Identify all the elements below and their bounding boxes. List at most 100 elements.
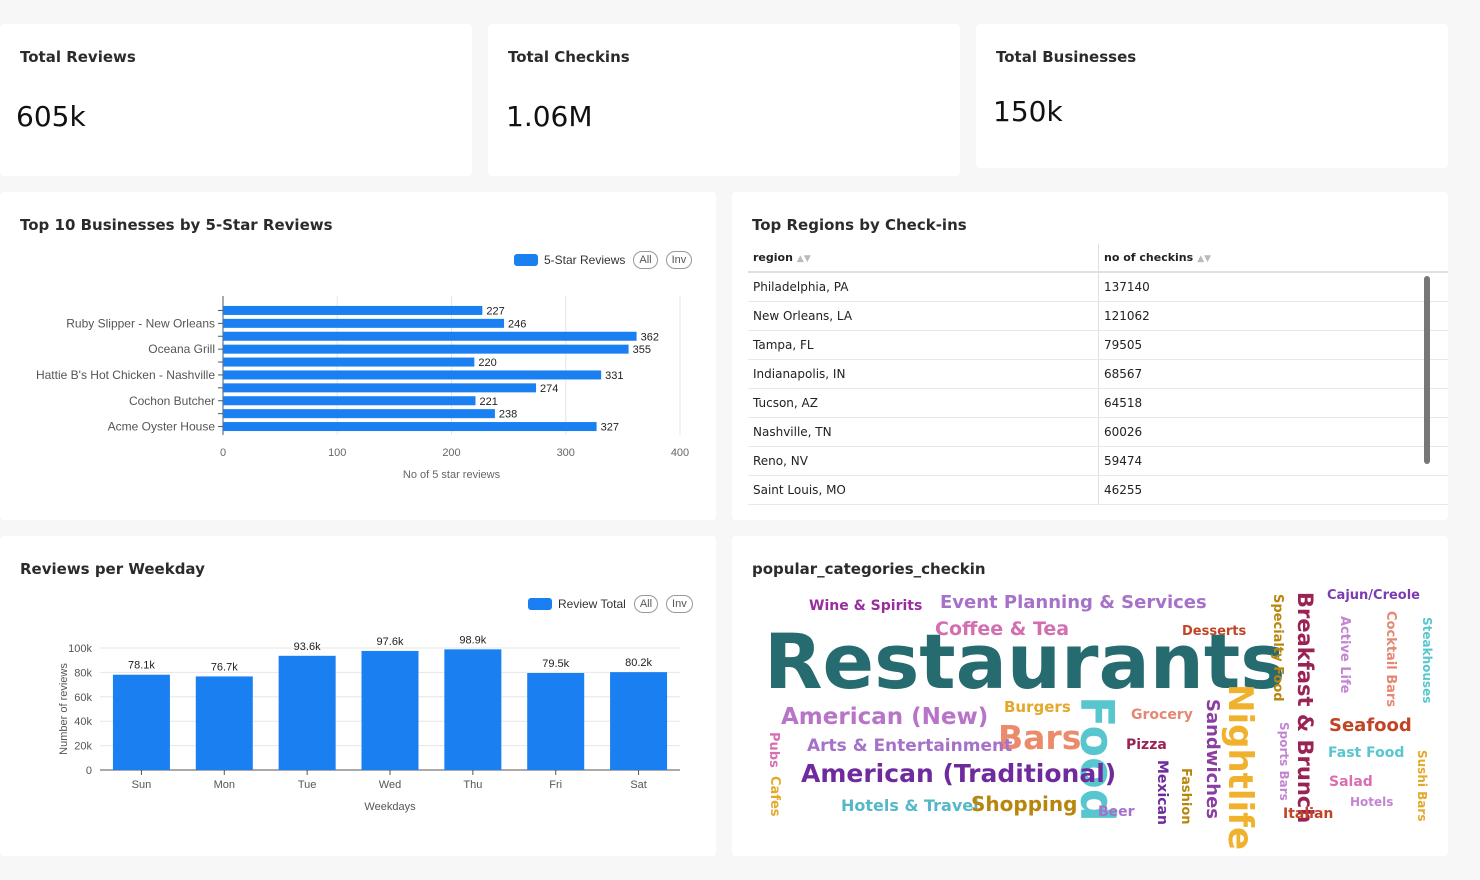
bar-value-label: 76.7k bbox=[211, 661, 238, 673]
y-tick-label: 0 bbox=[86, 765, 92, 777]
word-cloud-word: Salad bbox=[1329, 774, 1373, 790]
table-title: Top Regions by Check-ins bbox=[752, 216, 967, 234]
cell-checkins: 121062 bbox=[1098, 301, 1448, 331]
column-header-region[interactable]: region ▲▼ bbox=[748, 244, 1099, 273]
bar bbox=[223, 331, 637, 341]
sort-icon[interactable]: ▲▼ bbox=[797, 254, 811, 264]
kpi-card-total-businesses: Total Businesses 150k bbox=[976, 24, 1448, 168]
kpi-value: 605k bbox=[16, 100, 86, 133]
bar bbox=[223, 422, 597, 432]
bar bbox=[444, 649, 502, 770]
word-cloud-word: Hotels bbox=[1350, 795, 1394, 809]
word-cloud-word: Seafood bbox=[1329, 715, 1412, 736]
word-cloud-word: Specialty Food bbox=[1270, 594, 1285, 702]
word-cloud-word: Fast Food bbox=[1328, 745, 1405, 761]
cell-region: New Orleans, LA bbox=[748, 301, 1099, 331]
table-row: Nashville, TN 60026 bbox=[748, 417, 1448, 447]
weekday-card: Reviews per Weekday Review Total All Inv… bbox=[0, 536, 716, 856]
word-cloud-word: Sports Bars bbox=[1277, 722, 1291, 801]
kpi-label: Total Businesses bbox=[996, 48, 1137, 66]
bar bbox=[195, 676, 253, 770]
word-cloud-word: Hotels & Travel bbox=[841, 796, 979, 815]
bar-value-label: 246 bbox=[508, 318, 526, 330]
bar bbox=[112, 674, 170, 770]
y-category-label: Cochon Butcher bbox=[129, 394, 215, 408]
table-row: Reno, NV 59474 bbox=[748, 446, 1448, 476]
cell-checkins: 137140 bbox=[1098, 272, 1448, 302]
x-tick-label: 400 bbox=[671, 447, 689, 459]
bar-value-label: 97.6k bbox=[377, 636, 404, 648]
bar-value-label: 79.5k bbox=[542, 658, 569, 670]
word-cloud-word: Cocktail Bars bbox=[1383, 611, 1398, 708]
word-cloud-word: Wine & Spirits bbox=[809, 598, 923, 614]
x-tick-label: 0 bbox=[220, 447, 226, 459]
x-tick-label: 100 bbox=[328, 447, 346, 459]
kpi-card-total-reviews: Total Reviews 605k bbox=[0, 24, 472, 176]
bar bbox=[223, 396, 476, 406]
y-tick-label: 60k bbox=[74, 692, 92, 704]
bar bbox=[223, 383, 537, 393]
x-tick-label: 200 bbox=[442, 447, 460, 459]
word-cloud-word: Beer bbox=[1098, 804, 1135, 820]
word-cloud-word: Burgers bbox=[1004, 698, 1071, 716]
kpi-card-total-checkins: Total Checkins 1.06M bbox=[488, 24, 960, 176]
word-cloud-word: Breakfast & Brunch bbox=[1293, 592, 1317, 824]
cell-region: Nashville, TN bbox=[748, 417, 1099, 447]
table-row: Saint Louis, MO 46255 bbox=[748, 475, 1448, 505]
cell-region: Indianapolis, IN bbox=[748, 359, 1099, 389]
bar-value-label: 221 bbox=[479, 396, 497, 408]
bar bbox=[361, 650, 419, 770]
word-cloud-word: Pubs bbox=[766, 732, 781, 768]
vertical-bar-chart: 0 20k 40k 60k 80k 100k 78.1k Sun 76.7k Mon 93.6k Tu… bbox=[58, 634, 680, 813]
top-businesses-card: Top 10 Businesses by 5-Star Reviews 5-St… bbox=[0, 192, 716, 520]
bar-value-label: 238 bbox=[499, 409, 517, 421]
sort-icon[interactable]: ▲▼ bbox=[1197, 254, 1211, 264]
word-cloud-word: American (New) bbox=[781, 704, 989, 730]
bar bbox=[527, 673, 585, 770]
x-tick-label: 300 bbox=[557, 447, 575, 459]
x-category-label: Wed bbox=[379, 779, 401, 791]
column-header-checkins[interactable]: no of checkins ▲▼ bbox=[1098, 244, 1448, 273]
bar bbox=[223, 318, 505, 328]
bar-value-label: 93.6k bbox=[294, 641, 321, 653]
y-tick-label: 80k bbox=[74, 667, 92, 679]
x-axis-title: Weekdays bbox=[364, 801, 416, 813]
word-cloud: Restaurants Event Planning & Services Coff… bbox=[732, 536, 1448, 856]
bar-value-label: 227 bbox=[486, 305, 504, 317]
table-scrollbar[interactable] bbox=[1424, 276, 1430, 464]
y-axis-title: Number of reviews bbox=[58, 663, 70, 755]
bar-value-label: 327 bbox=[601, 422, 619, 434]
bar-value-label: 331 bbox=[605, 370, 623, 382]
x-axis-title: No of 5 star reviews bbox=[403, 469, 501, 481]
bar bbox=[223, 409, 495, 419]
bar-value-label: 98.9k bbox=[459, 634, 486, 646]
wordcloud-card: popular_categories_checkin Restaurants Ev… bbox=[732, 536, 1448, 856]
word-cloud-word: Italian bbox=[1283, 806, 1334, 822]
cell-checkins: 79505 bbox=[1098, 330, 1448, 360]
word-cloud-word: American (Traditional) bbox=[801, 759, 1117, 788]
y-category-label: Oceana Grill bbox=[148, 342, 215, 356]
x-category-label: Sat bbox=[630, 779, 647, 791]
top-regions-card: Top Regions by Check-ins region ▲▼ no of … bbox=[732, 192, 1448, 520]
bar-value-label: 274 bbox=[540, 383, 558, 395]
bar-value-label: 78.1k bbox=[128, 660, 155, 672]
cell-region: Saint Louis, MO bbox=[748, 475, 1099, 505]
word-cloud-word: Sandwiches bbox=[1202, 699, 1223, 820]
cell-region: Tampa, FL bbox=[748, 330, 1099, 360]
table-row: Tampa, FL 79505 bbox=[748, 330, 1448, 360]
x-category-label: Thu bbox=[463, 779, 482, 791]
word-cloud-word: Desserts bbox=[1182, 624, 1247, 639]
cell-region: Reno, NV bbox=[748, 446, 1099, 476]
kpi-label: Total Reviews bbox=[20, 48, 136, 66]
bar bbox=[223, 370, 602, 380]
word-cloud-word: Coffee & Tea bbox=[935, 618, 1070, 640]
bar bbox=[223, 305, 483, 315]
word-cloud-word: Arts & Entertainment bbox=[807, 736, 1013, 756]
word-cloud-word: Cajun/Creole bbox=[1327, 588, 1420, 603]
word-cloud-word: Sushi Bars bbox=[1415, 750, 1429, 822]
bar-value-label: 362 bbox=[641, 331, 659, 343]
cell-region: Tucson, AZ bbox=[748, 388, 1099, 418]
y-tick-label: 40k bbox=[74, 716, 92, 728]
cell-checkins: 64518 bbox=[1098, 388, 1448, 418]
kpi-value: 1.06M bbox=[506, 100, 593, 133]
